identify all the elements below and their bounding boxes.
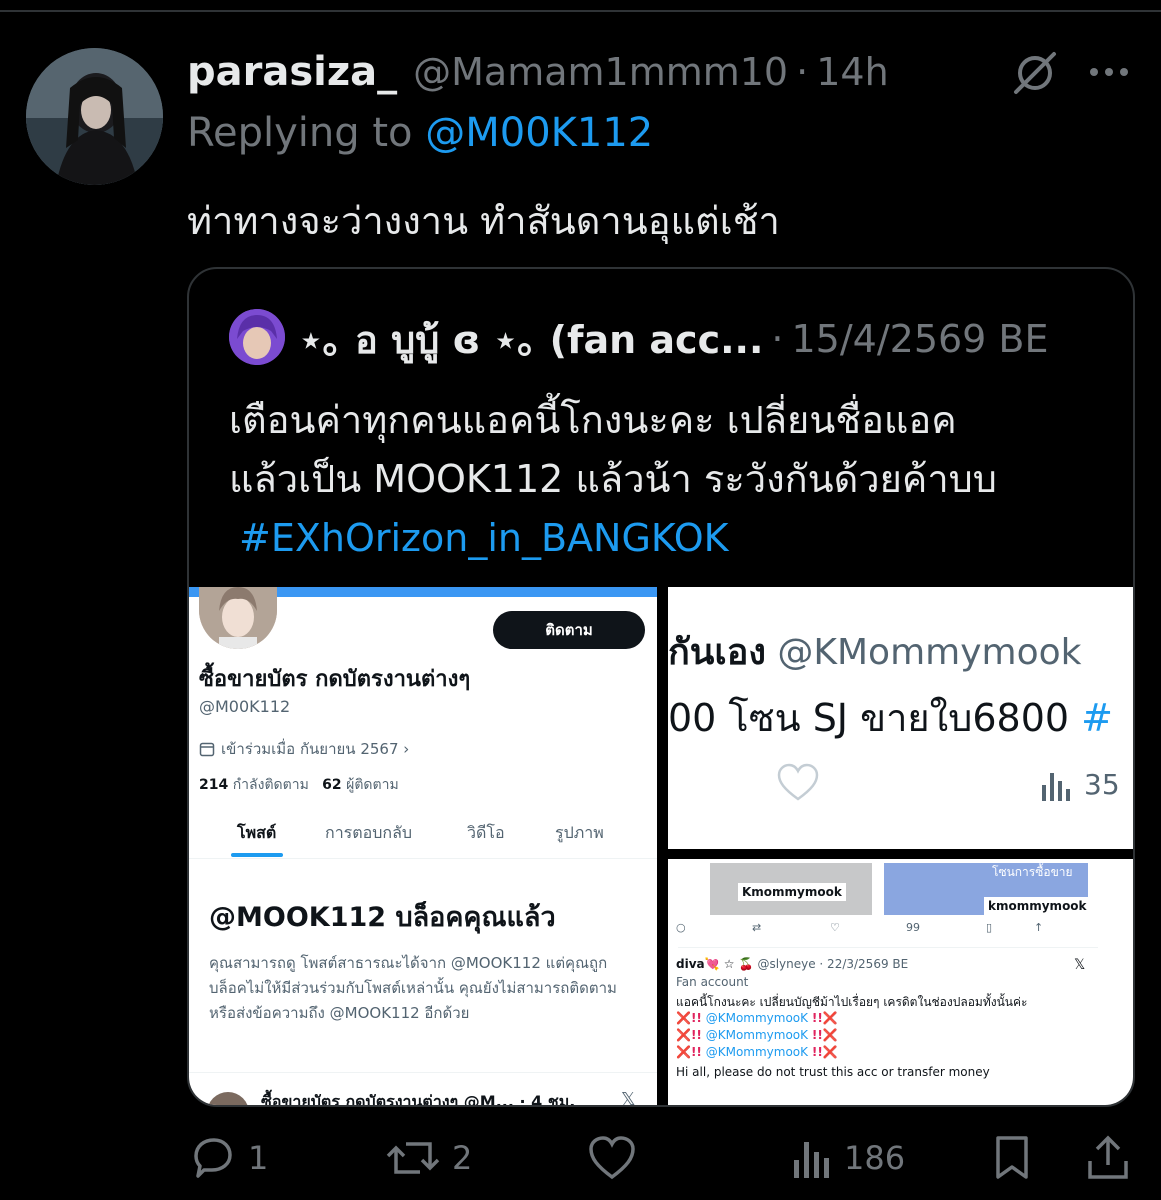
- followers-count: 62: [322, 777, 342, 793]
- reply-count: 1: [248, 1139, 269, 1177]
- views-icon: [794, 1142, 829, 1178]
- share-icon: [1088, 1135, 1128, 1179]
- views-count-small: 99: [906, 921, 920, 934]
- views-count: 186: [844, 1139, 906, 1177]
- quoted-text-line1: เตือนค่าทุกคนแอคนี้โกงนะคะ เปลี่ยนชื่อแอ…: [229, 398, 957, 442]
- views-button[interactable]: 186: [792, 1130, 905, 1186]
- following-count: 214: [199, 777, 229, 793]
- card1-label: Kmommymook: [738, 883, 846, 901]
- active-tab-indicator: [231, 853, 283, 857]
- post-avatar: [207, 1092, 249, 1105]
- profile-name: ซื้อขายบัตร กดบัตรงานต่างๆ: [199, 667, 471, 692]
- repost-count: 2: [452, 1139, 473, 1177]
- warning-author: diva💘 ☆ 🍒: [676, 957, 754, 971]
- author-avatar[interactable]: [26, 48, 163, 185]
- warning-line: ❌!! @KMommymooK !!❌: [676, 1045, 838, 1059]
- author-name[interactable]: parasiza_: [187, 49, 397, 95]
- reply-icon: ○: [676, 921, 686, 934]
- attached-image-warning-post[interactable]: Kmommymook โซนการซื้อขาย kmommymook ○ ⇄ …: [668, 859, 1133, 1105]
- warning-english-text: Hi all, please do not trust this acc or …: [676, 1065, 990, 1079]
- views-count: 35: [1084, 767, 1120, 801]
- tab-videos: วิดีโอ: [467, 823, 505, 842]
- follow-button: ติดตาม: [493, 611, 645, 649]
- quoted-hashtag[interactable]: #EXhOrizon_in_BANGKOK: [239, 516, 729, 560]
- views-icon: [1042, 773, 1070, 801]
- blocked-description: คุณสามารถดู โพสต์สาธารณะได้จาก @MOOK112 …: [209, 954, 617, 1022]
- warning-post-header: diva💘 ☆ 🍒 @slyneye · 22/3/2569 BE: [676, 957, 908, 971]
- quoted-author-name[interactable]: ⋆｡ อ บูบู้ ɞ ⋆｡ (fan acc...: [299, 309, 763, 370]
- repost-button[interactable]: 2: [386, 1130, 472, 1186]
- followers-label: ผู้ติดตาม: [346, 777, 399, 793]
- quoted-text-line2: แล้วเป็น MOOK112 แล้วน้า ระวังกันด้วยค้า…: [229, 457, 997, 501]
- media-card-2: โซนการซื้อขาย kmommymook: [884, 863, 1091, 915]
- tweet-time[interactable]: 14h: [816, 50, 888, 94]
- tab-posts: โพสต์: [237, 823, 277, 842]
- warning-line: ❌!! @KMommymooK !!❌: [676, 1028, 838, 1042]
- author-handle[interactable]: @Mamam1mmm10: [413, 50, 788, 94]
- reply-icon: [194, 1138, 232, 1178]
- x-logo-icon: 𝕏: [1074, 957, 1086, 973]
- profile-handle: @M00K112: [199, 697, 291, 716]
- share-icon: ↑: [1034, 921, 1044, 934]
- x-logo-icon: 𝕏: [621, 1089, 636, 1107]
- grok-icon[interactable]: [1010, 48, 1060, 98]
- like-button[interactable]: [588, 1130, 636, 1186]
- repost-icon: ⇄: [752, 921, 762, 934]
- cropped-handle: @KMommymook: [777, 632, 1082, 673]
- warning-text: แอคนี้โกงนะคะ เปลี่ยนบัญชีม้าไปเรื่อยๆ เ…: [676, 995, 1028, 1009]
- bookmark-icon: ▯: [986, 921, 993, 934]
- top-divider: [0, 10, 1161, 12]
- calendar-icon: [199, 742, 215, 757]
- quoted-header: ⋆｡ อ บูบู้ ɞ ⋆｡ (fan acc... · 15/4/2569 …: [299, 313, 1049, 365]
- views-stat: 35: [1040, 767, 1120, 801]
- share-button[interactable]: [1086, 1130, 1130, 1186]
- profile-joined: เข้าร่วมเมื่อ กันยายน 2567 ›: [199, 737, 409, 761]
- tweet-text: ท่าทางจะว่างงาน ทำสันดานอุแต่เช้า: [187, 199, 780, 243]
- like-icon: ♡: [830, 921, 840, 934]
- attached-image-post-crop[interactable]: กันเอง @KMommymook 00 โซน SJ ขายใบ6800 #…: [668, 587, 1133, 849]
- replying-label: Replying to: [187, 110, 413, 156]
- joined-text: เข้าร่วมเมื่อ กันยายน 2567 ›: [221, 740, 410, 758]
- warning-handle: @slyneye · 22/3/2569 BE: [757, 957, 909, 971]
- quoted-author-avatar[interactable]: [229, 309, 285, 365]
- divider: [678, 947, 1098, 948]
- tab-replies: การตอบกลับ: [325, 823, 413, 842]
- profile-stats: 214 กำลังติดตาม 62 ผู้ติดตาม: [199, 774, 399, 796]
- following-label: กำลังติดตาม: [232, 777, 309, 793]
- separator-dot: ·: [796, 50, 809, 94]
- post-header: ซื้อขายบัตร กดบัตรงานต่างๆ @M... · 4 ชม.: [261, 1092, 576, 1107]
- profile-tabs: โพสต์ การตอบกลับ วิดีโอ รูปภาพ: [189, 817, 657, 859]
- quoted-text: เตือนค่าทุกคนแอคนี้โกงนะคะ เปลี่ยนชื่อแอ…: [229, 391, 1109, 568]
- reply-button[interactable]: 1: [188, 1130, 268, 1186]
- warning-line: ❌!! @KMommymooK !!❌: [676, 1011, 838, 1025]
- heart-icon: [589, 1136, 635, 1180]
- tweet-header: parasiza_ @Mamam1mmm10 · 14h: [187, 44, 889, 100]
- cropped-text: 00 โซน SJ ขายใบ6800 #: [668, 687, 1113, 748]
- bookmark-icon: [996, 1136, 1028, 1179]
- cropped-header: กันเอง @KMommymook: [668, 623, 1081, 680]
- tab-photos: รูปภาพ: [555, 823, 604, 842]
- card2-label: kmommymook: [984, 897, 1091, 915]
- more-options-icon[interactable]: [1085, 48, 1133, 96]
- quoted-tweet[interactable]: ⋆｡ อ บูบู้ ɞ ⋆｡ (fan acc... · 15/4/2569 …: [187, 267, 1135, 1107]
- replying-to: Replying to @M00K112: [187, 110, 653, 156]
- cropped-name: กันเอง: [668, 632, 766, 673]
- blocked-title: @MOOK112 บล็อคคุณแล้ว: [209, 902, 556, 933]
- quoted-separator: ·: [771, 317, 784, 361]
- bookmark-button[interactable]: [992, 1130, 1032, 1186]
- card2-top-label: โซนการซื้อขาย: [992, 865, 1073, 879]
- fan-account-label: Fan account: [676, 975, 749, 989]
- cropped-text-body: 00 โซน SJ ขายใบ6800: [668, 696, 1070, 740]
- cropped-hash: #: [1081, 696, 1113, 740]
- profile-avatar: [199, 587, 277, 649]
- quoted-date: 15/4/2569 BE: [791, 317, 1049, 361]
- media-card-1: Kmommymook: [710, 863, 872, 915]
- divider: [189, 1072, 657, 1073]
- engagement-row: ○ ⇄ ♡ 99 ▯ ↑: [668, 921, 1133, 945]
- attached-image-profile[interactable]: ติดตาม ซื้อขายบัตร กดบัตรงานต่างๆ @M00K1…: [189, 587, 657, 1107]
- repost-icon: [386, 1142, 440, 1174]
- replying-handle-link[interactable]: @M00K112: [425, 110, 653, 156]
- heart-icon: [777, 763, 819, 801]
